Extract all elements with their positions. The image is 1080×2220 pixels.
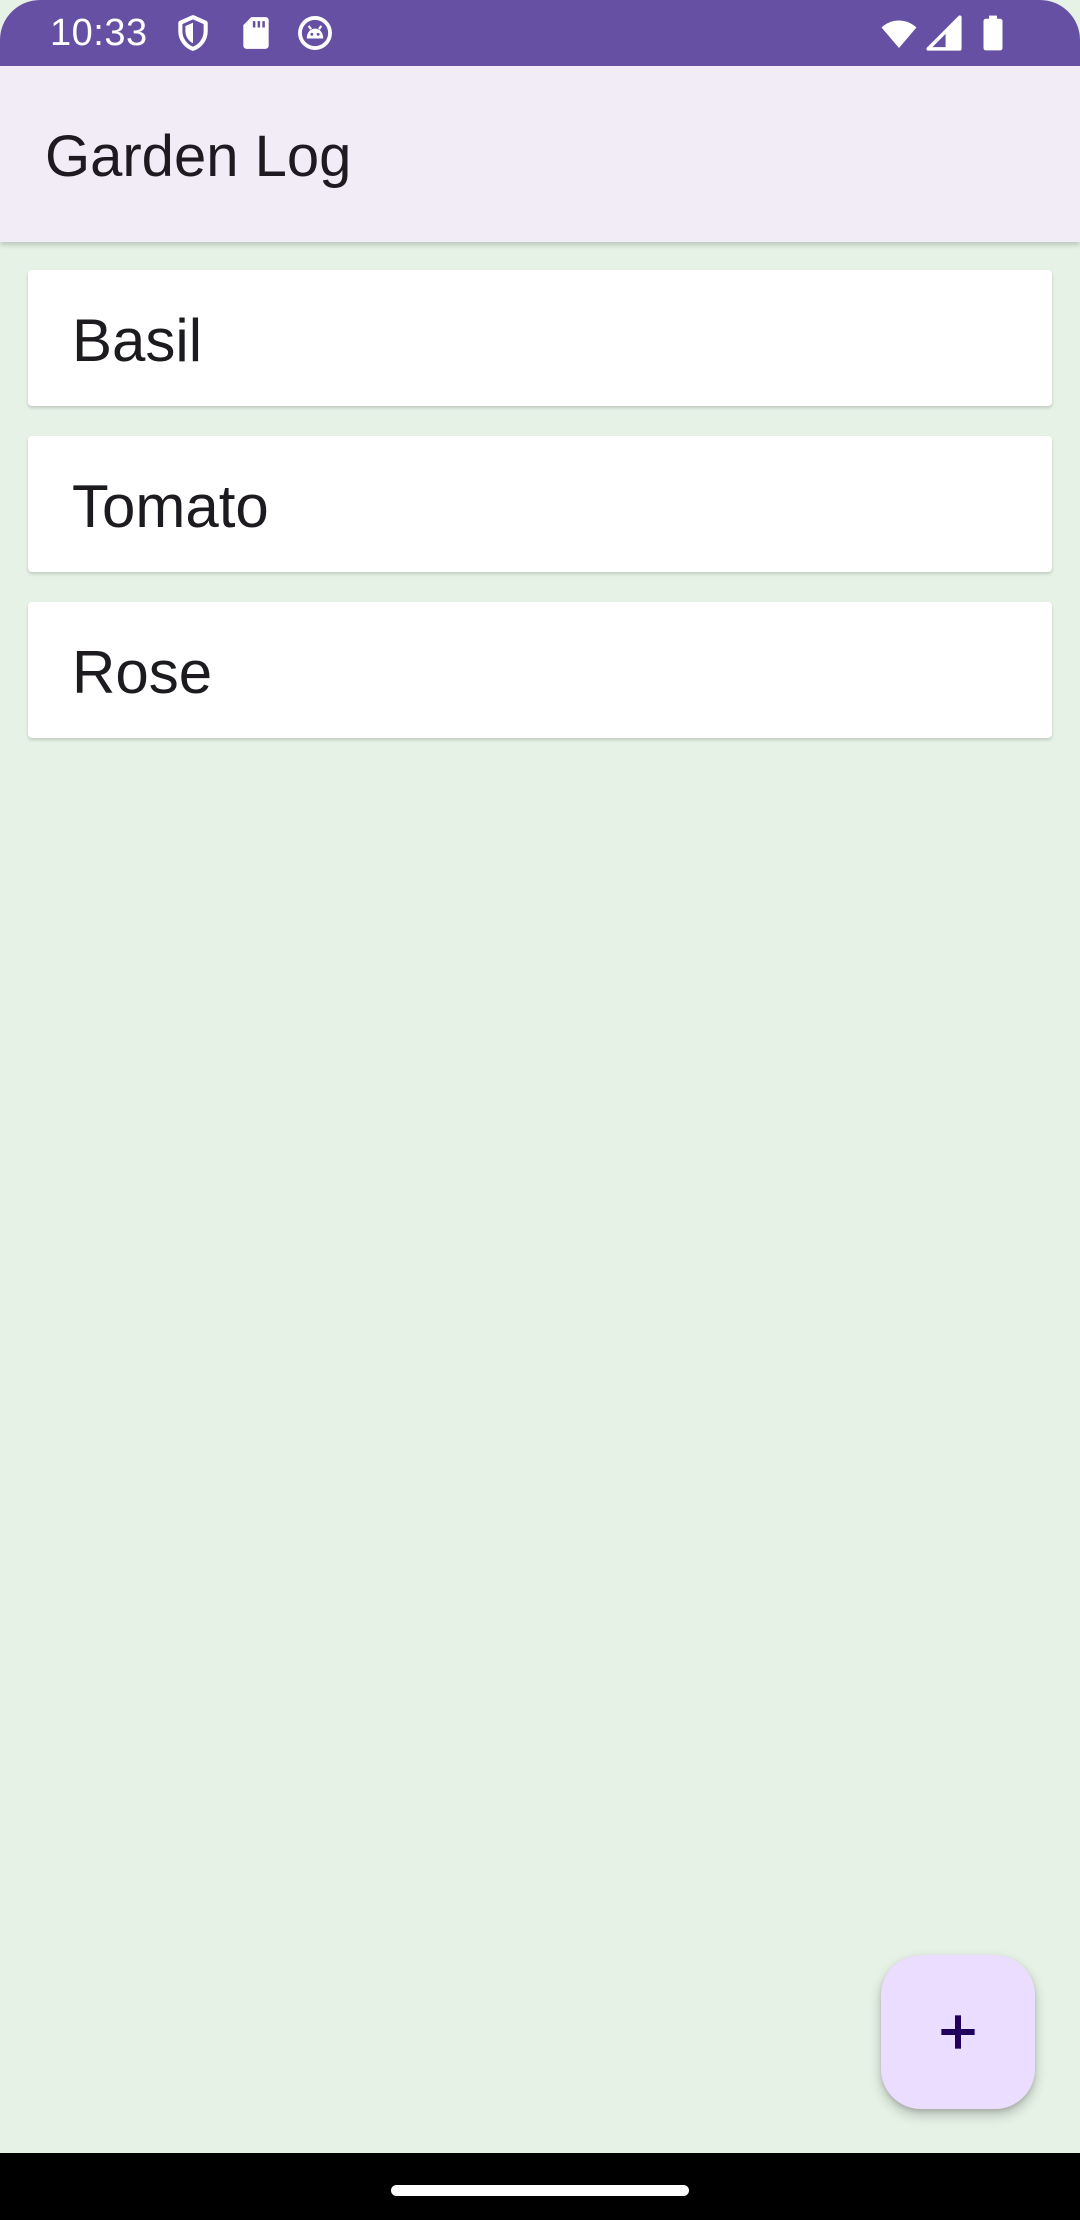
plant-card[interactable]: Rose (28, 602, 1052, 738)
top-app-bar: Garden Log (0, 66, 1080, 242)
plant-card[interactable]: Basil (28, 270, 1052, 406)
plant-name: Basil (72, 307, 203, 374)
battery-icon (974, 14, 1012, 52)
sd-card-icon (237, 14, 275, 52)
shield-icon (174, 14, 212, 52)
plant-name: Rose (72, 639, 213, 706)
status-time: 10:33 (50, 12, 148, 54)
status-bar: 10:33 (0, 0, 1080, 66)
plant-name: Tomato (72, 473, 269, 540)
navigation-bar (0, 2153, 1080, 2220)
wifi-icon (880, 14, 918, 52)
add-plant-button[interactable] (881, 1955, 1035, 2109)
app-title: Garden Log (45, 124, 352, 189)
plant-card[interactable]: Tomato (28, 436, 1052, 572)
android-head-icon (296, 14, 334, 52)
plus-icon (938, 2012, 978, 2052)
home-gesture-handle[interactable] (391, 2185, 689, 2196)
plant-list: Basil Tomato Rose (28, 270, 1052, 768)
cellular-signal-icon (925, 14, 963, 52)
